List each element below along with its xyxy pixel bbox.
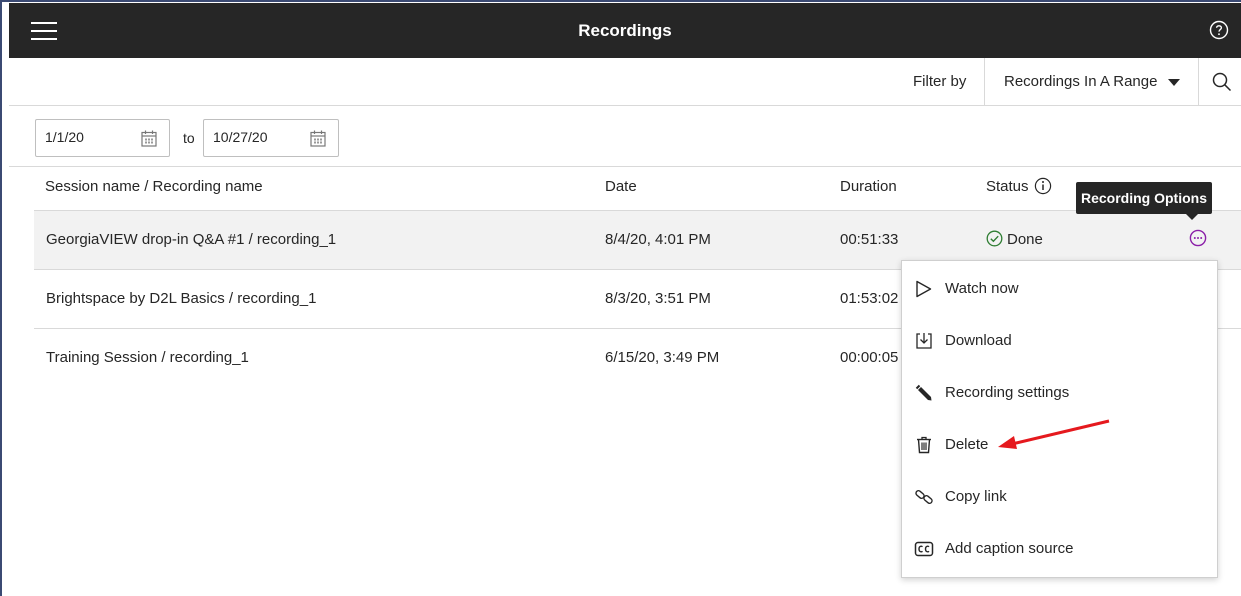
tooltip-text: Recording Options xyxy=(1081,190,1207,206)
table-header: Session name / Recording name Date Durat… xyxy=(34,167,1241,211)
recording-name[interactable]: GeorgiaVIEW drop-in Q&A #1 / recording_1 xyxy=(46,211,336,269)
recording-date: 6/15/20, 3:49 PM xyxy=(605,349,720,366)
menu-item-label: Add caption source xyxy=(945,540,1074,557)
column-header-date[interactable]: Date xyxy=(605,167,637,211)
link-icon xyxy=(915,490,933,504)
page-title: Recordings xyxy=(578,21,672,40)
menu-item-label: Recording settings xyxy=(945,384,1070,401)
recording-name[interactable]: Brightspace by D2L Basics / recording_1 xyxy=(46,270,316,328)
recording-date: 8/3/20, 3:51 PM xyxy=(605,290,711,307)
end-date-field[interactable] xyxy=(203,119,339,157)
recording-duration: 01:53:02 xyxy=(840,290,899,307)
status-text: Done xyxy=(1007,231,1043,248)
filter-select[interactable]: Recordings In A Range xyxy=(994,58,1198,106)
search-icon[interactable] xyxy=(1211,71,1233,93)
end-date-input[interactable] xyxy=(213,129,293,145)
help-icon[interactable] xyxy=(1209,20,1229,40)
start-date-input[interactable] xyxy=(45,129,125,145)
info-icon[interactable] xyxy=(1034,177,1052,195)
column-header-name[interactable]: Session name / Recording name xyxy=(45,167,263,211)
more-options-icon[interactable] xyxy=(1189,229,1207,247)
menu-item-watch-now[interactable]: Watch now xyxy=(902,263,1217,315)
column-header-status-label: Status xyxy=(986,178,1029,195)
trash-icon xyxy=(917,436,931,454)
play-icon xyxy=(916,280,932,298)
recording-name[interactable]: Training Session / recording_1 xyxy=(46,329,249,387)
tooltip-arrow xyxy=(1186,214,1198,220)
recording-duration: 00:51:33 xyxy=(840,231,899,248)
check-circle-icon xyxy=(986,230,1003,247)
pencil-icon xyxy=(915,384,932,401)
column-header-duration[interactable]: Duration xyxy=(840,167,897,211)
caret-down-icon xyxy=(1168,79,1180,86)
menu-item-label: Delete xyxy=(945,436,989,453)
calendar-icon[interactable] xyxy=(141,130,157,147)
recording-date: 8/4/20, 4:01 PM xyxy=(605,231,711,248)
menu-item-label: Download xyxy=(945,332,1012,349)
menu-item-label: Copy link xyxy=(945,488,1007,505)
download-icon xyxy=(916,333,932,349)
divider xyxy=(1198,58,1199,106)
filter-bar: Filter by Recordings In A Range xyxy=(9,58,1241,106)
start-date-field[interactable] xyxy=(35,119,170,157)
menu-item-download[interactable]: Download xyxy=(902,315,1217,367)
recording-options-tooltip: Recording Options xyxy=(1076,182,1212,220)
date-range-to-label: to xyxy=(183,130,195,146)
recording-duration: 00:00:05 xyxy=(840,349,899,366)
menu-item-label: Watch now xyxy=(945,280,1019,297)
menu-item-recording-settings[interactable]: Recording settings xyxy=(902,367,1217,419)
annotation-arrow-icon xyxy=(998,419,1110,449)
date-range-row: to xyxy=(9,107,1241,167)
top-bar: Recordings xyxy=(9,3,1241,58)
filter-label: Filter by xyxy=(913,73,967,90)
menu-item-add-caption-source[interactable]: Add caption source xyxy=(902,523,1217,575)
filter-select-value: Recordings In A Range xyxy=(1004,73,1158,90)
calendar-icon[interactable] xyxy=(310,130,326,147)
divider xyxy=(984,58,985,106)
cc-icon xyxy=(914,541,934,557)
column-header-status[interactable]: Status xyxy=(986,167,1052,211)
menu-item-copy-link[interactable]: Copy link xyxy=(902,471,1217,523)
